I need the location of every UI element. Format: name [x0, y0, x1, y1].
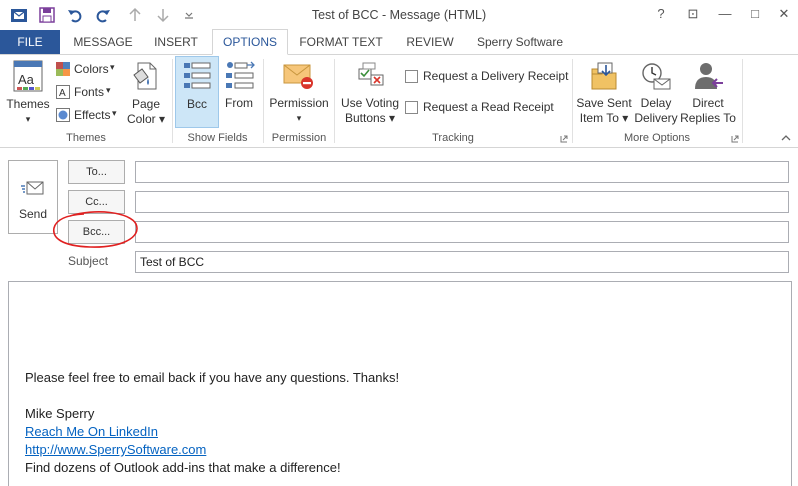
- group-label-themes: Themes: [66, 132, 106, 144]
- signature-name: Mike Sperry: [25, 406, 95, 421]
- effects-icon: [56, 108, 70, 122]
- tab-review[interactable]: REVIEW: [398, 30, 462, 54]
- bcc-label: Bcc: [186, 97, 207, 111]
- window-title: Test of BCC - Message (HTML): [311, 8, 487, 22]
- delay-label: Delay: [640, 96, 672, 110]
- ribbon-tabs: FILE MESSAGE INSERT OPTIONS FORMAT TEXT …: [0, 29, 798, 55]
- body-text-line: Please feel free to email back if you ha…: [25, 370, 400, 385]
- permission-label: Permission: [269, 96, 329, 110]
- colors-button[interactable]: Colors ▾: [54, 59, 120, 79]
- signature-tagline: Find dozens of Outlook add-ins that make…: [25, 460, 341, 475]
- direct-label-2: Replies To: [680, 111, 736, 125]
- chevron-down-icon: ▾: [25, 114, 31, 124]
- group-divider: [263, 59, 264, 143]
- chevron-down-icon: ▾: [296, 113, 302, 123]
- group-divider: [334, 59, 335, 143]
- group-label-permission: Permission: [271, 132, 327, 144]
- tab-sperry-software[interactable]: Sperry Software: [470, 30, 570, 54]
- chevron-down-icon: ▾: [110, 62, 115, 72]
- read-receipt-checkbox[interactable]: [405, 101, 418, 114]
- to-button[interactable]: To...: [68, 160, 125, 184]
- page-color-icon: [133, 62, 157, 90]
- svg-text:Aa: Aa: [18, 72, 35, 87]
- dialog-launcher-icon[interactable]: [560, 135, 568, 143]
- minimize-button[interactable]: —: [715, 6, 735, 21]
- fonts-icon: A: [56, 85, 70, 99]
- chevron-down-icon: ▾: [106, 85, 111, 95]
- direct-label: Direct: [692, 96, 724, 110]
- themes-label: Themes: [6, 97, 50, 111]
- linkedin-link[interactable]: Reach Me On LinkedIn: [25, 424, 158, 439]
- colors-label: Colors: [74, 62, 109, 76]
- direct-replies-to-button[interactable]: Direct Replies To: [679, 56, 737, 128]
- send-envelope-icon: [21, 181, 44, 195]
- use-voting-label-2: Buttons ▾: [344, 111, 396, 125]
- permission-button[interactable]: Permission ▾: [266, 56, 332, 128]
- group-label-tracking: Tracking: [432, 132, 474, 144]
- tab-file[interactable]: FILE: [0, 30, 60, 54]
- group-divider: [742, 59, 743, 143]
- bcc-toggle-button[interactable]: Bcc: [175, 56, 219, 128]
- permission-envelope-icon: [283, 64, 313, 89]
- group-divider: [172, 59, 173, 143]
- fonts-label: Fonts: [74, 85, 105, 99]
- subject-label: Subject: [68, 254, 109, 268]
- delay-delivery-button[interactable]: Delay Delivery: [633, 56, 679, 128]
- themes-button[interactable]: Aa Themes ▾: [4, 57, 50, 129]
- collapse-ribbon-icon[interactable]: [780, 133, 792, 143]
- chevron-down-icon: ▾: [112, 108, 117, 118]
- delay-label-2: Delivery: [634, 111, 678, 125]
- tab-message[interactable]: MESSAGE: [64, 30, 142, 54]
- ribbon-display-options-button[interactable]: ⊡: [683, 6, 703, 22]
- svg-text:A: A: [59, 88, 66, 99]
- page-color-label: Page: [131, 97, 161, 111]
- tab-insert[interactable]: INSERT: [146, 30, 206, 54]
- use-voting-label: Use Voting: [340, 96, 400, 110]
- tab-options[interactable]: OPTIONS: [212, 29, 288, 55]
- close-button[interactable]: ✕: [774, 6, 794, 22]
- subject-field[interactable]: Test of BCC: [135, 251, 789, 273]
- delivery-receipt-checkbox[interactable]: [405, 70, 418, 83]
- read-receipt-label: Request a Read Receipt: [423, 100, 554, 114]
- to-field[interactable]: [135, 161, 789, 183]
- bcc-field-icon: [184, 62, 211, 89]
- delay-delivery-icon: [642, 63, 671, 90]
- save-sent-label: Save Sent: [576, 96, 632, 110]
- save-sent-label-2: Item To ▾: [579, 111, 629, 125]
- themes-icon: Aa: [13, 60, 43, 92]
- red-circle-annotation: [53, 211, 138, 248]
- delivery-receipt-label: Request a Delivery Receipt: [423, 69, 569, 83]
- website-link[interactable]: http://www.SperrySoftware.com: [25, 442, 206, 457]
- title-bar: Test of BCC - Message (HTML) ? ⊡ — □ ✕: [0, 0, 798, 30]
- page-color-button[interactable]: Page Color ▾: [124, 57, 168, 129]
- from-toggle-button[interactable]: From: [219, 56, 259, 126]
- cc-field[interactable]: [135, 191, 789, 213]
- use-voting-buttons-button[interactable]: Use Voting Buttons ▾: [337, 56, 403, 128]
- ribbon: Aa Themes ▾ Colors ▾ A Fonts ▾ Effects ▾: [0, 55, 798, 148]
- tab-format-text[interactable]: FORMAT TEXT: [292, 30, 390, 54]
- effects-label: Effects: [74, 108, 111, 122]
- group-divider: [572, 59, 573, 143]
- voting-buttons-icon: [358, 62, 384, 86]
- page-color-label-2: Color ▾: [126, 112, 166, 126]
- colors-icon: [56, 62, 70, 76]
- from-field-icon: [226, 61, 255, 89]
- bcc-field[interactable]: [135, 221, 789, 243]
- direct-replies-icon: [695, 63, 723, 89]
- help-button[interactable]: ?: [651, 6, 671, 21]
- group-label-more-options: More Options: [623, 132, 691, 144]
- restore-button[interactable]: □: [745, 6, 765, 21]
- effects-button[interactable]: Effects ▾: [54, 105, 120, 125]
- fonts-button[interactable]: A Fonts ▾: [54, 82, 120, 102]
- save-sent-item-icon: [591, 62, 617, 90]
- from-label: From: [225, 96, 253, 110]
- save-sent-item-to-button[interactable]: Save Sent Item To ▾: [575, 56, 633, 128]
- group-label-show-fields: Show Fields: [187, 132, 248, 144]
- dialog-launcher-icon[interactable]: [731, 135, 739, 143]
